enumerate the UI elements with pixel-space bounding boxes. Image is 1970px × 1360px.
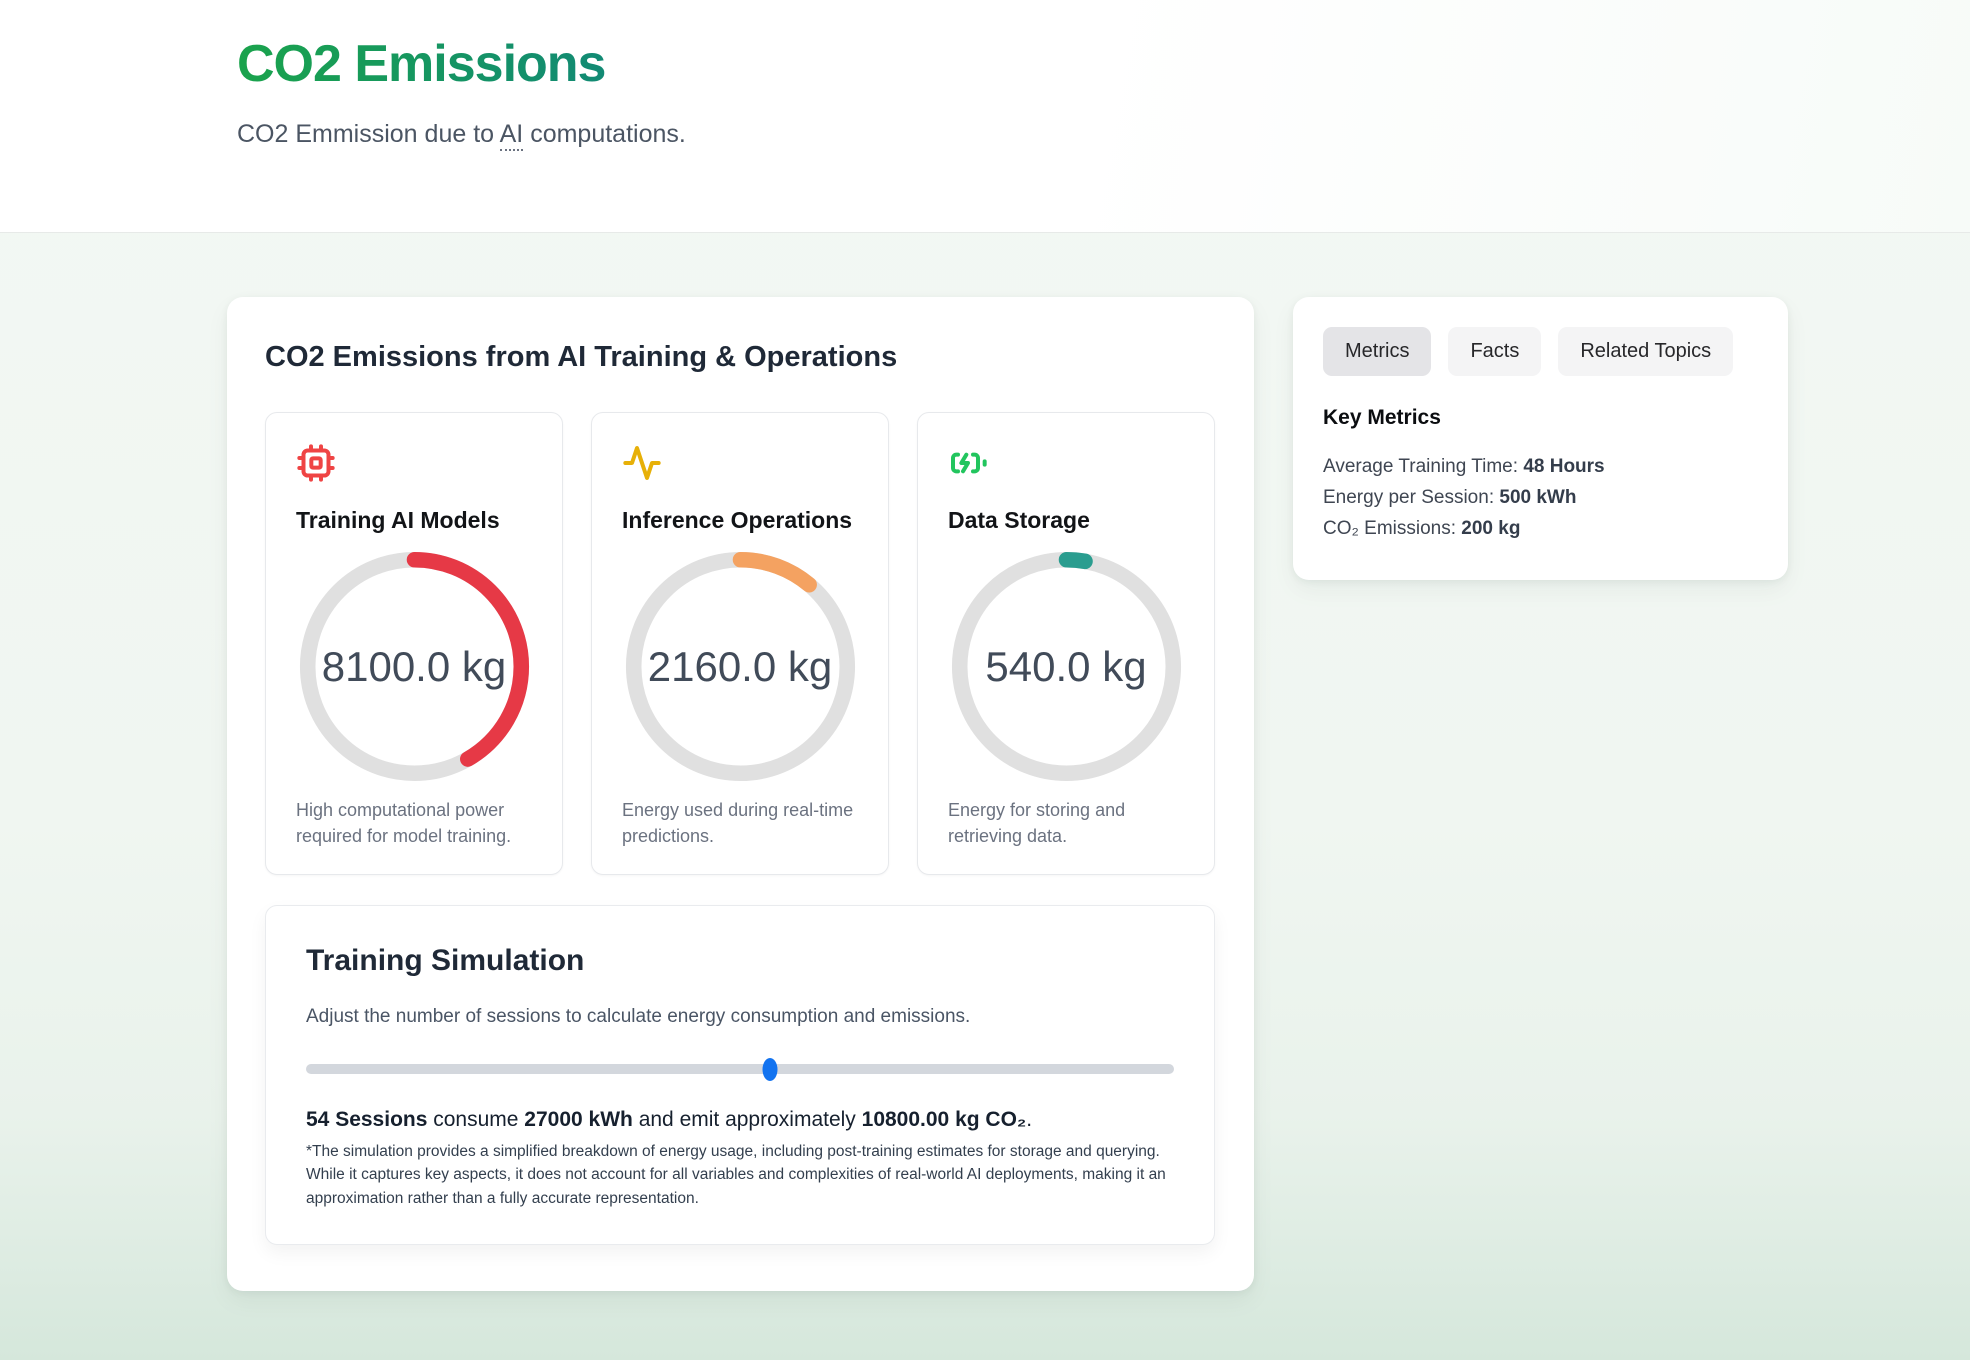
training-models-description: High computational power required for mo…: [296, 797, 532, 849]
storage-emissions-donut: 540.0 kg: [950, 550, 1183, 783]
metric-value: 200 kg: [1461, 518, 1520, 539]
tab-facts[interactable]: Facts: [1448, 327, 1541, 376]
data-storage-title: Data Storage: [948, 507, 1184, 534]
metric-label: Average Training Time:: [1323, 456, 1523, 477]
inference-operations-description: Energy used during real-time predictions…: [622, 797, 858, 849]
result-text-2: and emit approximately: [633, 1108, 862, 1131]
training-models-card: Training AI Models 8100.0 kg High comput…: [265, 412, 563, 875]
result-text-1: consume: [427, 1108, 524, 1131]
training-models-title: Training AI Models: [296, 507, 532, 534]
subtitle-text-end: computations.: [523, 120, 686, 148]
result-sessions: 54 Sessions: [306, 1108, 427, 1131]
metric-card-row: Training AI Models 8100.0 kg High comput…: [265, 412, 1216, 875]
key-metrics-list: Average Training Time: 48 Hours Energy p…: [1323, 452, 1758, 544]
page: CO2 Emissions CO2 Emmission due to AI co…: [0, 0, 1970, 1360]
subtitle-text: CO2 Emmission due to: [237, 120, 500, 148]
data-storage-description: Energy for storing and retrieving data.: [948, 797, 1184, 849]
info-panel: Metrics Facts Related Topics Key Metrics…: [1293, 297, 1788, 580]
sessions-slider[interactable]: [306, 1058, 1174, 1080]
result-text-3: .: [1026, 1108, 1032, 1131]
inference-operations-title: Inference Operations: [622, 507, 858, 534]
training-emissions-value: 8100.0 kg: [298, 550, 531, 783]
training-emissions-donut: 8100.0 kg: [298, 550, 531, 783]
metric-label: CO₂ Emissions:: [1323, 518, 1461, 539]
result-kwh: 27000 kWh: [524, 1108, 633, 1131]
simulation-title: Training Simulation: [306, 944, 1174, 978]
emissions-panel: CO2 Emissions from AI Training & Operati…: [227, 297, 1254, 1291]
metric-value: 500 kWh: [1499, 487, 1576, 508]
section-title: CO2 Emissions from AI Training & Operati…: [265, 341, 1216, 374]
inference-emissions-value: 2160.0 kg: [624, 550, 857, 783]
content-area: CO2 Emissions from AI Training & Operati…: [0, 233, 1970, 1291]
slider-track[interactable]: [306, 1064, 1174, 1074]
cpu-icon: [296, 443, 532, 485]
activity-icon: [622, 443, 858, 485]
metric-label: Energy per Session:: [1323, 487, 1499, 508]
metric-avg-training-time: Average Training Time: 48 Hours: [1323, 452, 1758, 483]
storage-emissions-value: 540.0 kg: [950, 550, 1183, 783]
metric-value: 48 Hours: [1523, 456, 1604, 477]
metric-energy-per-session: Energy per Session: 500 kWh: [1323, 483, 1758, 514]
slider-thumb[interactable]: [763, 1058, 778, 1081]
ai-abbreviation: AI: [500, 120, 524, 151]
tab-related-topics[interactable]: Related Topics: [1558, 327, 1733, 376]
page-header: CO2 Emissions CO2 Emmission due to AI co…: [0, 0, 1970, 233]
key-metrics-heading: Key Metrics: [1323, 406, 1758, 430]
data-storage-card: Data Storage 540.0 kg Energy for storing…: [917, 412, 1215, 875]
metric-co2-emissions: CO₂ Emissions: 200 kg: [1323, 514, 1758, 545]
training-simulation-card: Training Simulation Adjust the number of…: [265, 905, 1215, 1245]
inference-emissions-donut: 2160.0 kg: [624, 550, 857, 783]
result-co2: 10800.00 kg CO₂: [862, 1108, 1027, 1131]
simulation-description: Adjust the number of sessions to calcula…: [306, 1006, 1174, 1028]
page-title: CO2 Emissions: [237, 34, 605, 94]
info-tabs: Metrics Facts Related Topics: [1323, 327, 1758, 376]
tab-metrics[interactable]: Metrics: [1323, 327, 1431, 376]
inference-operations-card: Inference Operations 2160.0 kg Energy us…: [591, 412, 889, 875]
simulation-disclaimer: *The simulation provides a simplified br…: [306, 1140, 1174, 1210]
battery-charging-icon: [948, 443, 1184, 485]
simulation-result: 54 Sessions consume 27000 kWh and emit a…: [306, 1108, 1174, 1132]
page-subtitle: CO2 Emmission due to AI computations.: [226, 120, 1970, 149]
